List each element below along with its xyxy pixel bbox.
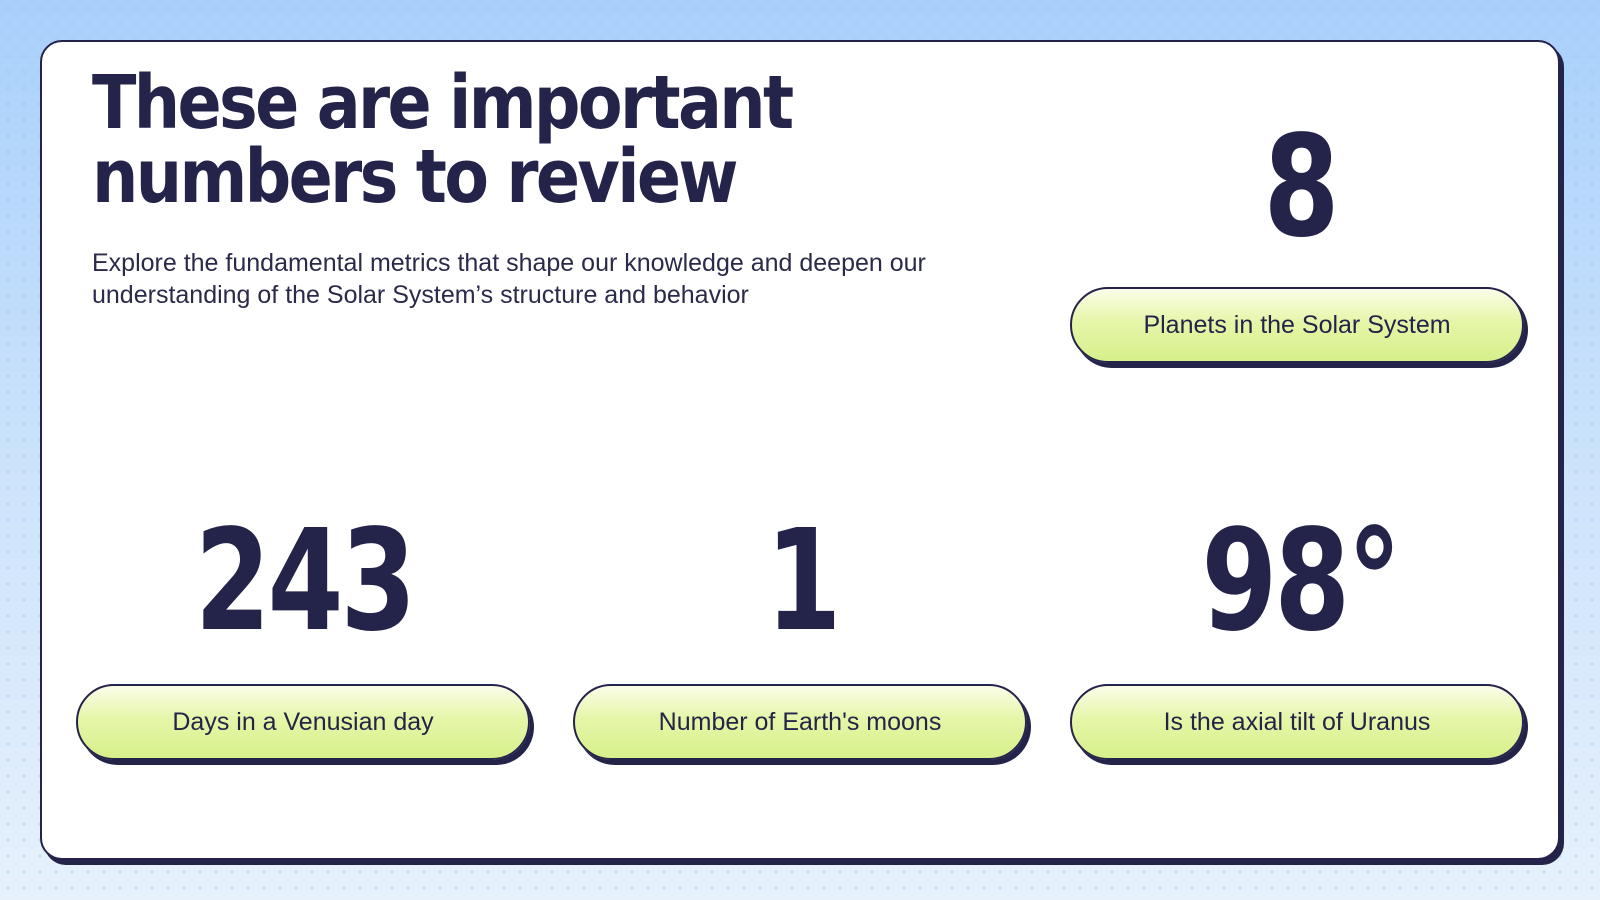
stat-number-venusian-day: 243 (194, 500, 417, 663)
stat-label-earth-moons: Number of Earth's moons (573, 684, 1027, 760)
stat-number-planets: 8 (1263, 106, 1340, 269)
stat-label-planets: Planets in the Solar System (1070, 287, 1524, 363)
stat-number-earth-moons: 1 (765, 500, 842, 663)
slide-title: These are important numbers to review (92, 60, 794, 220)
slide-subtitle: Explore the fundamental metrics that sha… (92, 249, 926, 309)
stat-label-uranus-tilt: Is the axial tilt of Uranus (1070, 684, 1524, 760)
stat-number-uranus-tilt: 98° (1201, 500, 1401, 663)
stat-label-venusian-day: Days in a Venusian day (76, 684, 530, 760)
